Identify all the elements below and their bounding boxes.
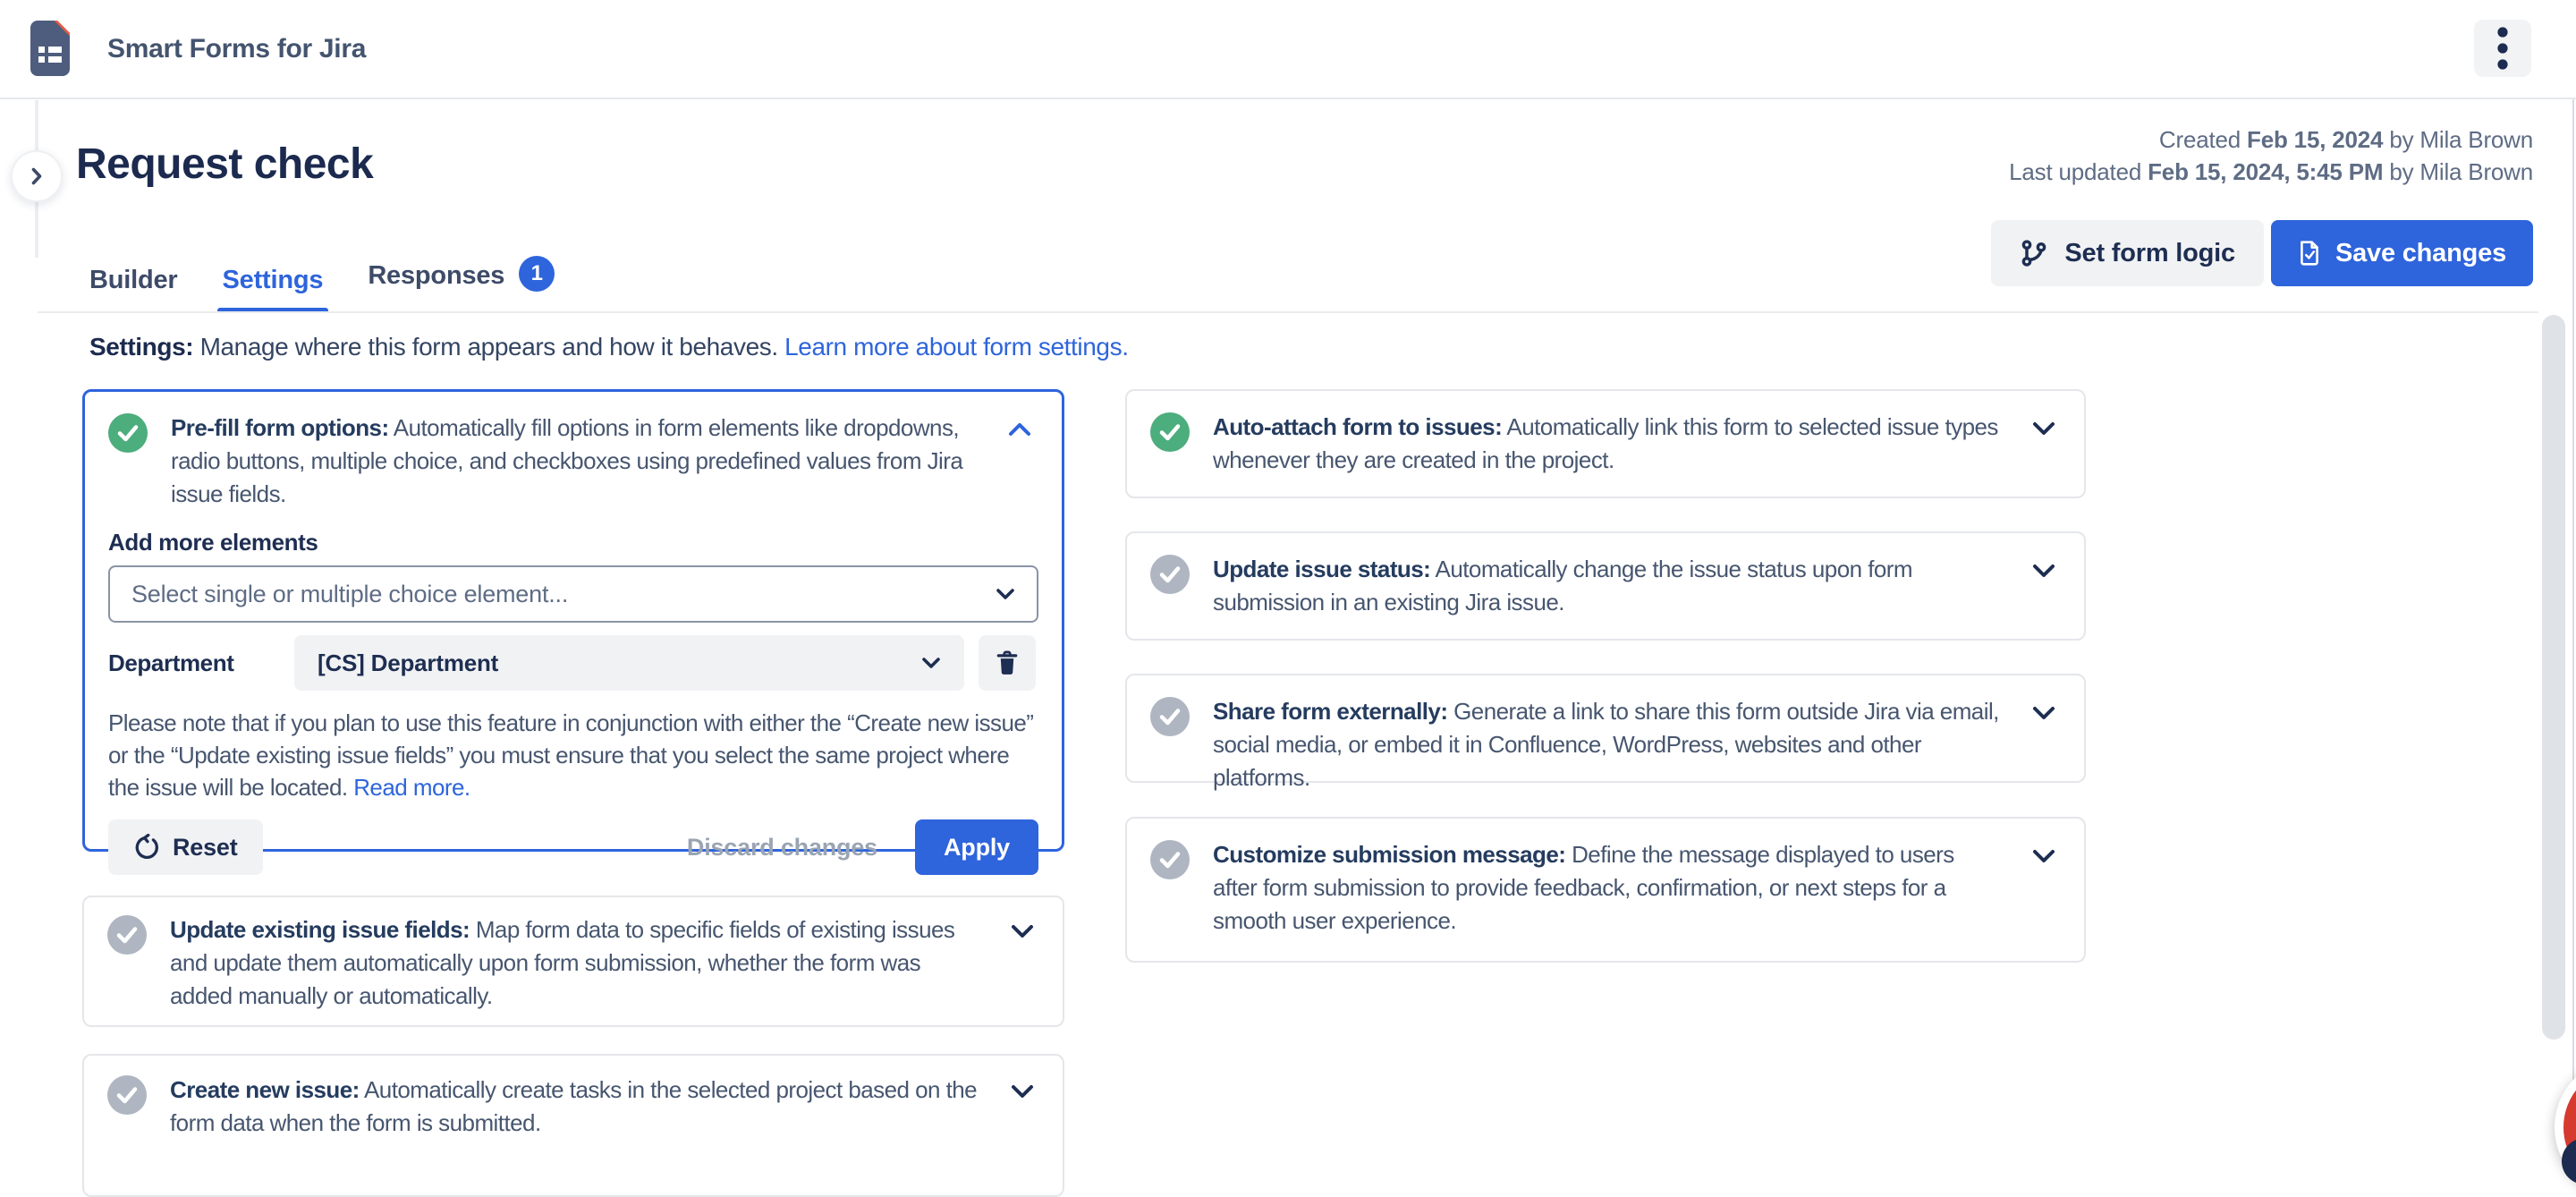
- card-title-text: Auto-attach form to issues: Automaticall…: [1213, 411, 2002, 477]
- tab-settings[interactable]: Settings: [223, 266, 324, 313]
- card-update-issue-status: Update issue status: Automatically chang…: [1125, 531, 2086, 641]
- add-more-elements-label: Add more elements: [108, 529, 1038, 556]
- vertical-ellipsis-icon: [2497, 26, 2508, 71]
- chevron-down-icon: [2032, 849, 2055, 863]
- expand-card-button[interactable]: [2025, 555, 2063, 587]
- chevron-down-icon: [921, 657, 941, 669]
- reset-button[interactable]: Reset: [108, 819, 263, 875]
- header-actions: Set form logic Save changes: [1991, 220, 2533, 286]
- disabled-check-icon: [107, 915, 147, 955]
- department-label: Department: [108, 649, 294, 677]
- expand-card-button[interactable]: [2025, 412, 2063, 445]
- disabled-check-icon: [1150, 555, 1190, 594]
- updated-meta: Last updated Feb 15, 2024, 5:45 PM by Mi…: [2009, 156, 2533, 188]
- card-title-text: Share form externally: Generate a link t…: [1213, 695, 2002, 794]
- card-header: Pre-fill form options: Automatically fil…: [108, 412, 1038, 511]
- card-title-text: Update existing issue fields: Map form d…: [170, 913, 980, 1013]
- set-form-logic-button[interactable]: Set form logic: [1991, 220, 2264, 286]
- enabled-check-icon: [1150, 412, 1190, 452]
- chevron-down-icon: [1011, 1084, 1034, 1099]
- responses-count-badge: 1: [519, 256, 555, 292]
- expand-card-button[interactable]: [1004, 915, 1041, 947]
- disabled-check-icon: [1150, 840, 1190, 879]
- read-more-link[interactable]: Read more.: [353, 774, 470, 801]
- disabled-check-icon: [1150, 697, 1190, 736]
- learn-more-link[interactable]: Learn more about form settings.: [784, 333, 1128, 361]
- reset-icon: [133, 834, 160, 861]
- card-update-existing-issue-fields: Update existing issue fields: Map form d…: [82, 896, 1064, 1027]
- chevron-up-icon: [1008, 422, 1031, 437]
- chevron-down-icon: [2032, 421, 2055, 436]
- chevron-right-icon: [30, 166, 43, 186]
- prefill-footer: Reset Discard changes Apply: [108, 819, 1038, 875]
- card-auto-attach-form: Auto-attach form to issues: Automaticall…: [1125, 389, 2086, 498]
- expand-card-button[interactable]: [2025, 697, 2063, 729]
- form-tabs: Builder Settings Responses 1: [89, 256, 555, 313]
- select-placeholder: Select single or multiple choice element…: [131, 581, 568, 608]
- department-field-select[interactable]: [CS] Department: [294, 635, 964, 691]
- card-title-text: Update issue status: Automatically chang…: [1213, 553, 2002, 619]
- prefilled-element-row: Department [CS] Department: [108, 635, 1038, 691]
- enabled-check-icon: [108, 413, 148, 453]
- card-prefill-form-options: Pre-fill form options: Automatically fil…: [82, 389, 1064, 852]
- chevron-down-icon: [1011, 924, 1034, 938]
- top-app-bar: Smart Forms for Jira: [0, 0, 2576, 99]
- app-logo-icon: [30, 21, 70, 76]
- card-create-new-issue: Create new issue: Automatically create t…: [82, 1054, 1064, 1197]
- card-share-form-externally: Share form externally: Generate a link t…: [1125, 674, 2086, 783]
- tabs-divider: [38, 311, 2538, 313]
- tab-responses[interactable]: Responses 1: [368, 256, 555, 313]
- tab-builder[interactable]: Builder: [89, 266, 178, 313]
- save-changes-button[interactable]: Save changes: [2271, 220, 2533, 286]
- apply-button[interactable]: Apply: [915, 819, 1038, 875]
- window-edge: [2572, 0, 2574, 1147]
- overflow-menu-button[interactable]: [2474, 20, 2531, 77]
- card-title-text: Customize submission message: Define the…: [1213, 838, 2002, 938]
- disabled-check-icon: [107, 1075, 147, 1115]
- page-title: Request check: [76, 140, 373, 189]
- app-title: Smart Forms for Jira: [107, 34, 366, 64]
- branch-icon: [2020, 239, 2048, 267]
- expand-card-button[interactable]: [2025, 840, 2063, 872]
- trash-icon: [996, 650, 1019, 675]
- save-document-icon: [2298, 240, 2321, 267]
- card-customize-submission-message: Customize submission message: Define the…: [1125, 817, 2086, 963]
- delete-row-button[interactable]: [979, 635, 1036, 691]
- form-meta: Created Feb 15, 2024 by Mila Brown Last …: [2009, 123, 2533, 188]
- prefill-note: Please note that if you plan to use this…: [108, 707, 1038, 803]
- element-select[interactable]: Select single or multiple choice element…: [108, 565, 1038, 623]
- settings-intro: Settings: Manage where this form appears…: [89, 333, 1129, 361]
- expand-card-button[interactable]: [1004, 1075, 1041, 1108]
- sidebar-expand-button[interactable]: [11, 150, 63, 202]
- chevron-down-icon: [2032, 706, 2055, 720]
- scrollbar-thumb[interactable]: [2542, 315, 2565, 1040]
- discard-changes-button[interactable]: Discard changes: [687, 834, 877, 862]
- card-title-text: Create new issue: Automatically create t…: [170, 1074, 980, 1140]
- department-field-value: [CS] Department: [318, 649, 498, 677]
- chevron-down-icon: [996, 588, 1015, 600]
- card-title-text: Pre-fill form options: Automatically fil…: [171, 412, 978, 511]
- collapse-card-button[interactable]: [1001, 413, 1038, 446]
- created-meta: Created Feb 15, 2024 by Mila Brown: [2009, 123, 2533, 156]
- chevron-down-icon: [2032, 564, 2055, 578]
